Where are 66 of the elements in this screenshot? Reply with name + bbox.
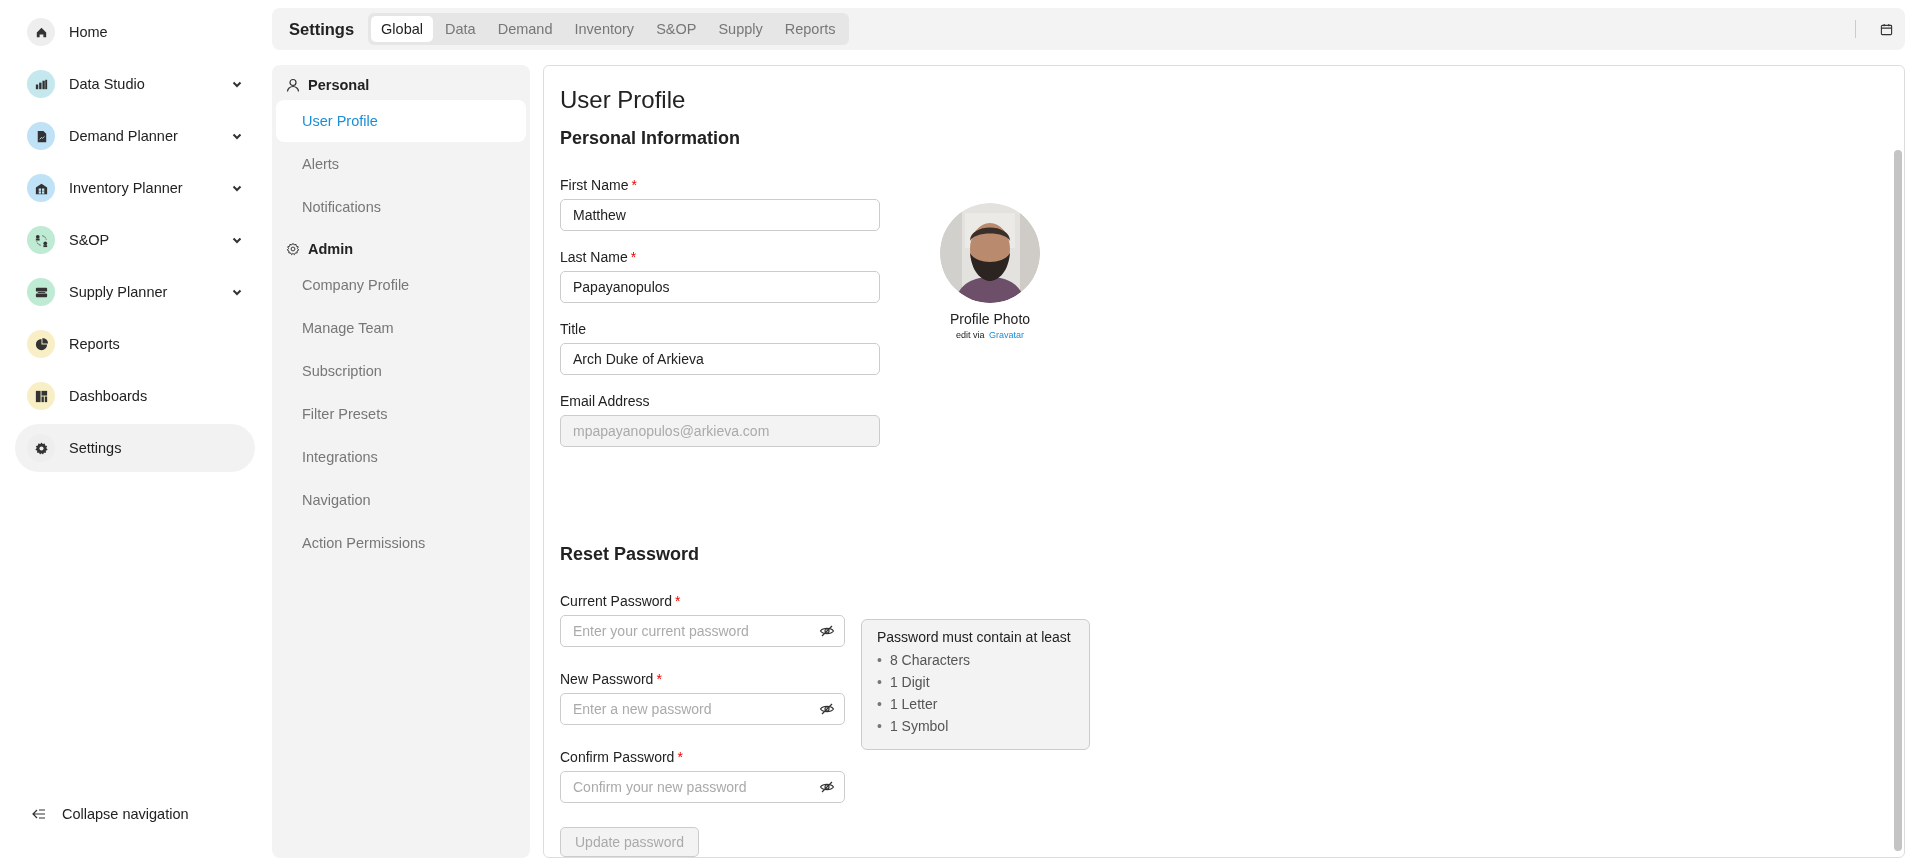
gravatar-link[interactable]: Gravatar [989, 330, 1025, 340]
page-title: Settings [289, 19, 355, 39]
sidebar-item[interactable]: Demand Planner [15, 112, 255, 160]
section-heading: Personal Information [560, 128, 742, 149]
sidebar-item[interactable]: Settings [15, 424, 255, 472]
sidebar-item[interactable]: Data Studio [15, 60, 255, 108]
gear-icon [286, 242, 300, 256]
tab[interactable]: Demand [487, 16, 563, 42]
field-label: Email Address [560, 393, 651, 409]
field-label: First Name * [560, 177, 638, 193]
tab[interactable]: Data [435, 16, 486, 42]
requirement-item: 1 Digit [889, 673, 930, 692]
requirements-title: Password must contain at least [877, 629, 1072, 645]
eye-slash-icon[interactable] [819, 701, 835, 717]
list-bullet: • [877, 695, 882, 714]
list-bullet: • [877, 673, 882, 692]
tab[interactable]: Supply [708, 16, 773, 42]
input-field[interactable]: Arch Duke of Arkieva [560, 343, 880, 375]
settings-menu-item[interactable]: Notifications [276, 186, 526, 228]
eye-slash-icon[interactable] [819, 779, 835, 795]
settings-menu-item[interactable]: Alerts [276, 143, 526, 185]
photo-hint: edit via Gravatar [955, 330, 1025, 340]
sidebar-item[interactable]: Reports [15, 320, 255, 368]
settings-menu-item[interactable]: Subscription [276, 350, 526, 392]
input-field: mpapayanopulos@arkieva.com [560, 415, 880, 447]
tab[interactable]: Inventory [564, 16, 645, 42]
field-label: Confirm Password * [560, 749, 684, 765]
sidebar-item[interactable]: Dashboards [15, 372, 255, 420]
collapse-icon[interactable] [32, 808, 46, 820]
input-field[interactable]: Papayanopulos [560, 271, 880, 303]
password-field[interactable]: Enter your current password [560, 615, 845, 647]
field-label: Last Name * [560, 249, 638, 265]
settings-menu-item[interactable]: Filter Presets [276, 393, 526, 435]
tab[interactable]: Reports [774, 16, 846, 42]
password-field[interactable]: Enter a new password [560, 693, 845, 725]
sidebar-item[interactable]: Inventory Planner [15, 164, 255, 212]
field-label: New Password * [560, 671, 663, 687]
sidebar-item[interactable]: S&OP [15, 216, 255, 264]
collapse-navigation-link[interactable]: Collapse navigation [62, 806, 189, 822]
group-heading: Admin [308, 241, 354, 257]
eye-slash-icon[interactable] [819, 623, 835, 639]
list-bullet: • [877, 717, 882, 736]
sidebar-item[interactable]: Home [15, 8, 255, 56]
settings-menu-item[interactable]: Company Profile [276, 264, 526, 306]
requirement-item: 1 Symbol [889, 717, 949, 736]
settings-menu-item[interactable]: Navigation [276, 479, 526, 521]
person-icon [286, 78, 300, 92]
settings-menu-item[interactable]: Action Permissions [276, 522, 526, 564]
section-heading: Reset Password [560, 544, 701, 565]
settings-menu-item[interactable]: Integrations [276, 436, 526, 478]
list-bullet: • [877, 651, 882, 670]
tab[interactable]: S&OP [646, 16, 707, 42]
photo-label: Profile Photo [949, 311, 1031, 327]
requirement-item: 8 Characters [889, 651, 971, 670]
field-label: Current Password * [560, 593, 682, 609]
section-title: User Profile [560, 86, 687, 114]
settings-menu-item[interactable]: User Profile [276, 100, 526, 142]
input-field[interactable]: Matthew [560, 199, 880, 231]
group-heading: Personal [308, 77, 370, 93]
password-field[interactable]: Confirm your new password [560, 771, 845, 803]
requirement-item: 1 Letter [889, 695, 938, 714]
field-label: Title [560, 321, 587, 337]
tab[interactable]: Global [371, 16, 433, 42]
calendar-icon[interactable] [1880, 22, 1893, 36]
sidebar-item[interactable]: Supply Planner [15, 268, 255, 316]
settings-menu-item[interactable]: Manage Team [276, 307, 526, 349]
